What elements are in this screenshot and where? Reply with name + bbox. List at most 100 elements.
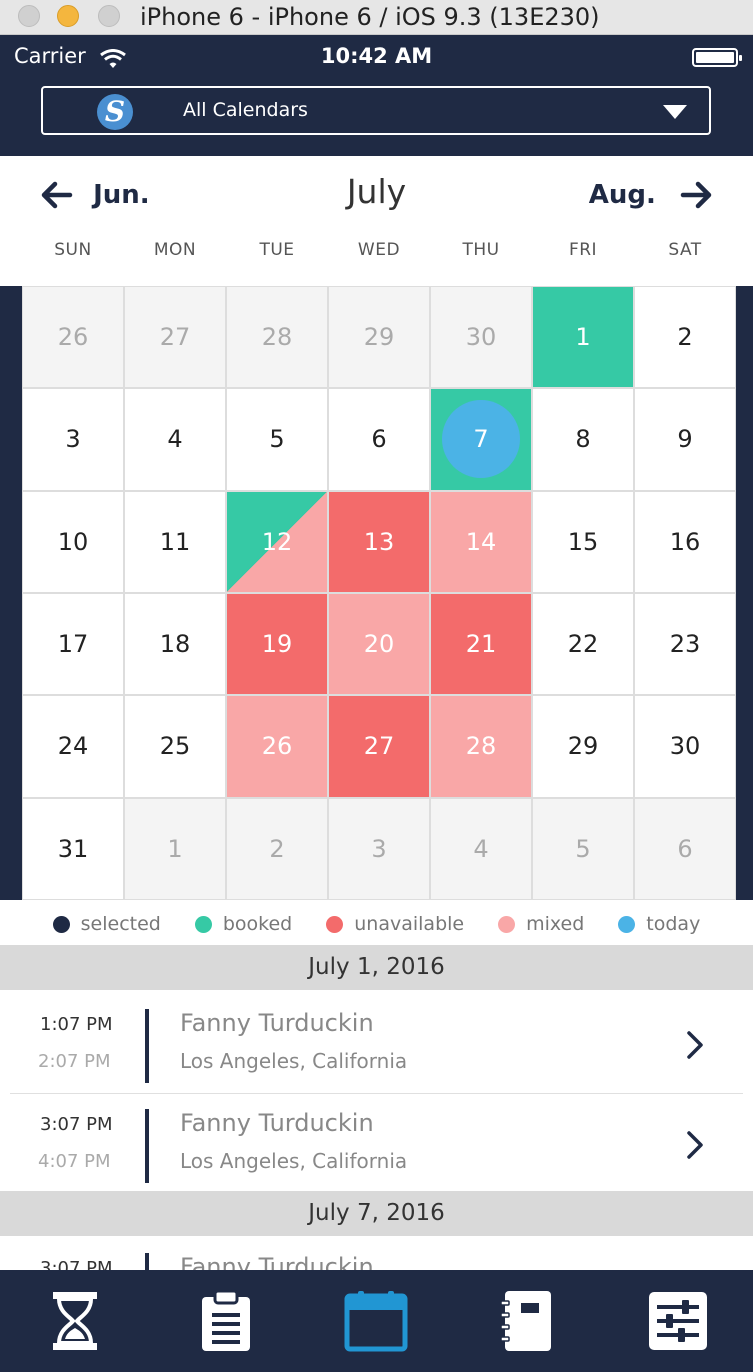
- tab-notebook[interactable]: [452, 1270, 603, 1372]
- calendar-day-cell[interactable]: 2: [227, 798, 327, 899]
- day-number: 1: [575, 323, 591, 352]
- day-number: 18: [159, 630, 191, 659]
- event-start-time: 3:07 PM: [40, 1114, 113, 1135]
- calendar-day-cell[interactable]: 6: [329, 389, 429, 490]
- weekday-label: THU: [462, 240, 500, 260]
- day-number: 16: [669, 527, 701, 556]
- calendar-day-cell[interactable]: 21: [431, 594, 531, 695]
- calendar-day-cell[interactable]: 20: [329, 594, 429, 695]
- calendar-day-cell[interactable]: 27: [329, 696, 429, 797]
- hourglass-icon: [53, 1292, 98, 1350]
- calendar-day-cell[interactable]: 5: [227, 389, 327, 490]
- event-divider: [145, 1109, 149, 1183]
- status-legend: selected booked unavailable mixed today: [0, 905, 753, 943]
- calendar-day-cell[interactable]: 30: [431, 287, 531, 388]
- calendar-day-cell[interactable]: 29: [329, 287, 429, 388]
- event-start-time: 1:07 PM: [40, 1014, 113, 1035]
- event-divider: [145, 1009, 149, 1083]
- calendar-day-cell[interactable]: 17: [23, 594, 123, 695]
- calendar-day-cell[interactable]: 13: [329, 491, 429, 592]
- calendar-day-cell[interactable]: 12: [227, 491, 327, 592]
- tab-timer[interactable]: [0, 1270, 151, 1372]
- agenda-event[interactable]: 3:07 PM Fanny Turduckin: [0, 1238, 753, 1270]
- zoom-window-button[interactable]: [98, 5, 120, 27]
- tab-clipboard[interactable]: [151, 1270, 302, 1372]
- minimize-window-button[interactable]: [57, 5, 79, 27]
- calendar-day-cell[interactable]: 2: [635, 287, 735, 388]
- agenda-event[interactable]: 3:07 PM 4:07 PM Fanny Turduckin Los Ange…: [0, 1094, 753, 1193]
- day-number: 23: [669, 630, 701, 659]
- close-window-button[interactable]: [18, 5, 40, 27]
- legend-item: booked: [194, 905, 292, 943]
- calendar-day-cell[interactable]: 10: [23, 491, 123, 592]
- day-number: 28: [465, 732, 497, 761]
- next-month-button[interactable]: Aug.: [589, 180, 713, 210]
- tab-settings[interactable]: [602, 1270, 753, 1372]
- sliders-icon: [648, 1292, 707, 1350]
- legend-item: mixed: [498, 905, 584, 943]
- day-number: 6: [371, 425, 387, 454]
- day-number: 1: [167, 834, 183, 863]
- day-number: 17: [57, 630, 89, 659]
- calendar-day-cell[interactable]: 8: [533, 389, 633, 490]
- day-number: 29: [363, 323, 395, 352]
- calendar-day-cell[interactable]: 30: [635, 696, 735, 797]
- calendar-day-cell[interactable]: 28: [431, 696, 531, 797]
- calendar-day-cell[interactable]: 18: [125, 594, 225, 695]
- agenda-date-header: July 1, 2016: [0, 945, 753, 990]
- window-title: iPhone 6 - iPhone 6 / iOS 9.3 (13E230): [140, 3, 600, 31]
- event-start-time: 3:07 PM: [40, 1258, 113, 1270]
- calendar-day-cell[interactable]: 1: [125, 798, 225, 899]
- day-number: 26: [261, 732, 293, 761]
- calendar-day-cell[interactable]: 27: [125, 287, 225, 388]
- clock: 10:42 AM: [320, 44, 433, 68]
- next-month-label: Aug.: [588, 180, 656, 210]
- calendar-day-cell[interactable]: 15: [533, 491, 633, 592]
- event-name: Fanny Turduckin: [180, 1253, 374, 1270]
- calendar-day-cell[interactable]: 23: [635, 594, 735, 695]
- calendar-grid-container: 26 27 28 29 30 1 2 3 4 5 6 7 8 9 10 11 12 13 14 15 16 17 18 19 2…: [0, 286, 753, 900]
- calendar-day-cell[interactable]: 5: [533, 798, 633, 899]
- app-logo-icon: S: [97, 94, 133, 130]
- day-number: 21: [465, 630, 497, 659]
- calendar-day-cell[interactable]: 11: [125, 491, 225, 592]
- agenda-event[interactable]: 1:07 PM 2:07 PM Fanny Turduckin Los Ange…: [0, 994, 753, 1093]
- calendar-day-cell[interactable]: 25: [125, 696, 225, 797]
- calendar-day-cell[interactable]: 7: [431, 389, 531, 490]
- calendar-day-cell[interactable]: 6: [635, 798, 735, 899]
- calendar-day-cell[interactable]: 31: [23, 798, 123, 899]
- calendar-day-cell[interactable]: 22: [533, 594, 633, 695]
- calendar-day-cell[interactable]: 24: [23, 696, 123, 797]
- day-number: 12: [261, 527, 293, 556]
- calendar-day-cell[interactable]: 9: [635, 389, 735, 490]
- calendar-day-cell[interactable]: 4: [431, 798, 531, 899]
- day-number: 4: [167, 425, 183, 454]
- calendar-day-cell[interactable]: 26: [23, 287, 123, 388]
- day-number: 3: [65, 425, 81, 454]
- calendar-day-cell[interactable]: 16: [635, 491, 735, 592]
- calendar-day-cell[interactable]: 4: [125, 389, 225, 490]
- calendar-day-cell[interactable]: 3: [23, 389, 123, 490]
- agenda-date-header: July 7, 2016: [0, 1191, 753, 1236]
- arrow-right-icon: [680, 181, 712, 209]
- day-number: 22: [567, 630, 599, 659]
- calendar-selector[interactable]: S All Calendars: [41, 86, 711, 135]
- calendar-day-cell[interactable]: 3: [329, 798, 429, 899]
- legend-item: unavailable: [326, 905, 464, 943]
- window-titlebar: iPhone 6 - iPhone 6 / iOS 9.3 (13E230): [0, 0, 753, 35]
- day-number: 29: [567, 732, 599, 761]
- day-number: 19: [261, 630, 293, 659]
- tab-calendar[interactable]: [301, 1270, 452, 1372]
- legend-dot: [52, 915, 70, 933]
- legend-label: selected: [80, 913, 161, 935]
- calendar-day-cell[interactable]: 29: [533, 696, 633, 797]
- day-number: 5: [575, 834, 591, 863]
- day-number: 30: [669, 732, 701, 761]
- calendar-day-cell[interactable]: 1: [533, 287, 633, 388]
- calendar-day-cell[interactable]: 26: [227, 696, 327, 797]
- calendar-day-cell[interactable]: 19: [227, 594, 327, 695]
- calendar-day-cell[interactable]: 28: [227, 287, 327, 388]
- legend-dot: [326, 915, 344, 933]
- day-number: 3: [371, 834, 387, 863]
- calendar-day-cell[interactable]: 14: [431, 491, 531, 592]
